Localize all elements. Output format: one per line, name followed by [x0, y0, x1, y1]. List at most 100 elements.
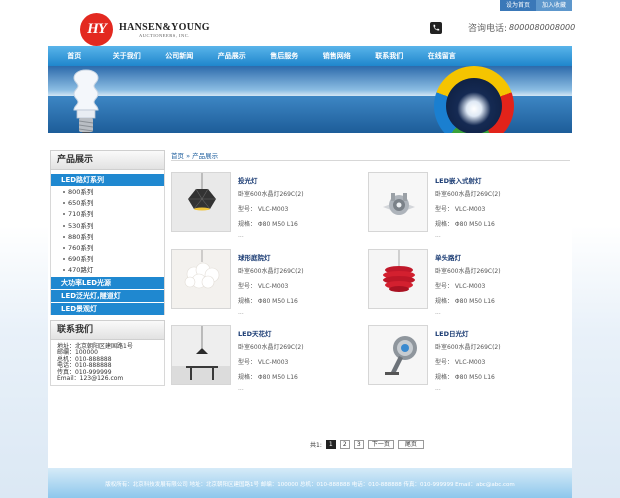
- product-image[interactable]: [368, 325, 428, 385]
- site-logo[interactable]: HY HANSEN&YOUNG AUCTIONEERS, INC.: [80, 13, 210, 46]
- product-name[interactable]: LED嵌入式射灯: [435, 175, 481, 185]
- footer-copyright: 版权所有：北京科技发展有限公司 地址：北京朝阳区建国路1号 邮编：100000 …: [105, 482, 515, 488]
- product-image[interactable]: [171, 249, 231, 309]
- category-led-street-light[interactable]: LED路灯系列: [51, 174, 164, 186]
- product-desc: 卧室600水晶灯269C(2): [238, 344, 304, 351]
- product-card: 单头路灯 卧室600水晶灯269C(2) 型号： VLC-M003 规格： Φ8…: [368, 249, 558, 317]
- contact-email: Email：123@126.com: [57, 375, 124, 382]
- product-model: 型号： VLC-M003: [238, 359, 289, 366]
- next-page-button[interactable]: 下一页: [367, 440, 394, 449]
- subcategory-item[interactable]: 800系列: [51, 187, 164, 198]
- subcategory-item[interactable]: 760系列: [51, 243, 164, 254]
- nav-item-products[interactable]: 产品展示: [206, 46, 259, 66]
- product-name[interactable]: 投光灯: [238, 175, 258, 185]
- category-high-power-led[interactable]: 大功率LED光源: [51, 276, 164, 289]
- category-flood-tunnel-light[interactable]: LED泛光灯,隧道灯: [51, 289, 164, 302]
- breadcrumb-divider: [171, 160, 570, 161]
- light-bulb-illustration: [73, 69, 99, 133]
- led-tube-light-image: [369, 326, 427, 384]
- product-name[interactable]: 单头路灯: [435, 252, 461, 262]
- spotlight-image: [369, 173, 427, 231]
- product-image[interactable]: [368, 172, 428, 232]
- subcategory-item[interactable]: 690系列: [51, 254, 164, 265]
- breadcrumb-separator: »: [186, 152, 191, 160]
- product-spec: 规格： Φ80 M50 L16: [435, 298, 495, 305]
- phone-label: 咨询电话:: [468, 24, 508, 34]
- product-card: LED嵌入式射灯 卧室600水晶灯269C(2) 型号： VLC-M003 规格…: [368, 172, 558, 240]
- nav-item-home[interactable]: 首页: [48, 46, 101, 66]
- product-spec: 规格： Φ80 M50 L16: [238, 221, 298, 228]
- nav-item-news[interactable]: 公司新闻: [153, 46, 206, 66]
- top-links: 设为首页 加入收藏: [500, 0, 573, 11]
- phone-info: 咨询电话: 8000080008000: [430, 21, 575, 34]
- logo-mark: HY: [80, 13, 113, 46]
- product-more[interactable]: ...: [238, 309, 244, 316]
- sidebar-title: 产品展示: [50, 150, 165, 170]
- ceiling-lamp-image: [172, 326, 230, 384]
- product-model: 型号： VLC-M003: [238, 206, 289, 213]
- breadcrumb-home[interactable]: 首页: [171, 152, 184, 160]
- phone-icon: [430, 21, 442, 34]
- product-more[interactable]: ...: [435, 309, 441, 316]
- product-more[interactable]: ...: [435, 232, 441, 239]
- product-desc: 卧室600水晶灯269C(2): [238, 268, 304, 275]
- product-name[interactable]: 球形庭院灯: [238, 252, 271, 262]
- subcategory-item[interactable]: 530系列: [51, 221, 164, 232]
- logo-subtitle: AUCTIONEERS, INC.: [138, 32, 190, 38]
- pagination-total: 共1:: [310, 442, 322, 449]
- pendant-lamp-image: [172, 173, 230, 231]
- red-pendant-lamp-image: [369, 250, 427, 308]
- subcategory-item[interactable]: 650系列: [51, 198, 164, 209]
- contact-title: 联系我们: [50, 319, 165, 340]
- product-more[interactable]: ...: [238, 385, 244, 392]
- product-image[interactable]: [171, 172, 231, 232]
- product-name[interactable]: LED日光灯: [435, 328, 468, 338]
- nav-item-message[interactable]: 在线留言: [416, 46, 469, 66]
- product-card: 投光灯 卧室600水晶灯269C(2) 型号： VLC-M003 规格： Φ80…: [171, 172, 361, 240]
- logo-mark-text: HY: [87, 21, 107, 37]
- product-image[interactable]: [368, 249, 428, 309]
- product-desc: 卧室600水晶灯269C(2): [435, 191, 501, 198]
- breadcrumb-current: 产品展示: [192, 152, 219, 160]
- pagination: 共1: 1 2 3 下一页 尾页: [310, 440, 428, 449]
- product-spec: 规格： Φ80 M50 L16: [238, 374, 298, 381]
- product-model: 型号： VLC-M003: [435, 206, 486, 213]
- set-homepage-link[interactable]: 设为首页: [500, 0, 537, 11]
- last-page-button[interactable]: 尾页: [397, 440, 424, 449]
- product-model: 型号： VLC-M003: [238, 283, 289, 290]
- phone-number: 8000080008000: [509, 23, 576, 32]
- hero-banner: [48, 66, 572, 133]
- product-desc: 卧室600水晶灯269C(2): [238, 191, 304, 198]
- page-2-button[interactable]: 2: [339, 440, 350, 449]
- globe-lamp-image: [172, 250, 230, 308]
- nav-item-network[interactable]: 销售网络: [311, 46, 364, 66]
- nav-item-contact[interactable]: 联系我们: [363, 46, 416, 66]
- product-model: 型号： VLC-M003: [435, 359, 486, 366]
- category-list: LED路灯系列 800系列 650系列 710系列 530系列 880系列 76…: [50, 170, 165, 315]
- nav-item-service[interactable]: 售后服务: [258, 46, 311, 66]
- product-card: LED日光灯 卧室600水晶灯269C(2) 型号： VLC-M003 规格： …: [368, 325, 558, 393]
- product-image[interactable]: [171, 325, 231, 385]
- product-more[interactable]: ...: [238, 232, 244, 239]
- product-desc: 卧室600水晶灯269C(2): [435, 268, 501, 275]
- category-landscape-light[interactable]: LED景观灯: [51, 302, 164, 315]
- subcategory-item[interactable]: 880系列: [51, 232, 164, 243]
- page-3-button[interactable]: 3: [353, 440, 364, 449]
- product-desc: 卧室600水晶灯269C(2): [435, 344, 501, 351]
- logo-text: HANSEN&YOUNG AUCTIONEERS, INC.: [119, 22, 210, 38]
- sidebar: 产品展示 LED路灯系列 800系列 650系列 710系列 530系列 880…: [50, 150, 165, 386]
- breadcrumb: 首页 » 产品展示: [171, 150, 218, 160]
- add-favorite-link[interactable]: 加入收藏: [536, 0, 573, 11]
- subcategory-item[interactable]: 710系列: [51, 209, 164, 220]
- product-more[interactable]: ...: [435, 385, 441, 392]
- product-name[interactable]: LED天花灯: [238, 328, 271, 338]
- footer: 版权所有：北京科技发展有限公司 地址：北京朝阳区建国路1号 邮编：100000 …: [48, 468, 572, 498]
- subcategory-item[interactable]: 470路灯: [51, 265, 164, 276]
- page-1-button[interactable]: 1: [325, 440, 336, 449]
- nav-item-about[interactable]: 关于我们: [101, 46, 154, 66]
- contact-info: 地址：北京朝阳区建国路1号 邮编：100000 总机：010-888888 电话…: [50, 339, 165, 386]
- banner-building-image: [446, 78, 502, 133]
- product-model: 型号： VLC-M003: [435, 283, 486, 290]
- product-spec: 规格： Φ80 M50 L16: [238, 298, 298, 305]
- product-spec: 规格： Φ80 M50 L16: [435, 374, 495, 381]
